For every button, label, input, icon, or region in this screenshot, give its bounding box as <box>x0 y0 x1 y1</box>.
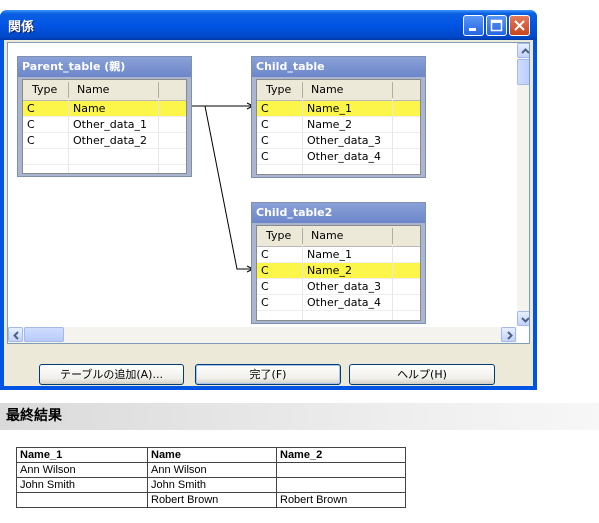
horizontal-scrollbar[interactable] <box>8 327 517 343</box>
column-name-header[interactable]: Name <box>311 229 343 242</box>
column-type-header[interactable]: Type <box>266 229 291 242</box>
table-row: Robert Brown Robert Brown <box>16 492 406 508</box>
row-type: C <box>27 118 35 131</box>
row-name: Other_data_3 <box>307 280 382 293</box>
vertical-scroll-thumb[interactable] <box>517 59 529 85</box>
maximize-button[interactable] <box>486 15 507 36</box>
relations-dialog: 関係 Parent_table (親) Type Name C Name C O… <box>0 10 537 390</box>
result-heading: 最終結果 <box>0 403 599 430</box>
dialog-client: Parent_table (親) Type Name C Name C Other_… <box>4 40 533 386</box>
row-name: Name_1 <box>307 102 352 115</box>
close-icon <box>514 20 525 31</box>
child-table2-grid: Type Name C Name_1 C Name_2 C Other_data_3 … <box>256 225 421 321</box>
parent-table-column-header: Type Name <box>23 80 186 101</box>
empty-row <box>23 149 186 165</box>
row-name: Other_data_1 <box>73 118 148 131</box>
result-cell <box>276 477 406 493</box>
parent-row-name[interactable]: C Name <box>23 101 186 117</box>
help-button[interactable]: ヘルプ(H) <box>349 364 495 385</box>
child2-row-name-1[interactable]: C Name_1 <box>257 247 420 263</box>
row-name: Other_data_4 <box>307 296 382 309</box>
result-table: Name_1 Name Name_2 Ann Wilson Ann Wilson… <box>16 447 406 508</box>
child2-row-name-2[interactable]: C Name_2 <box>257 263 420 279</box>
row-name: Other_data_4 <box>307 150 382 163</box>
child-table-grid: Type Name C Name_1 C Name_2 C Other_data_3 … <box>256 79 421 175</box>
row-name: Name_1 <box>307 248 352 261</box>
child2-row-other-data-4[interactable]: C Other_data_4 <box>257 295 420 311</box>
child-table-column-header: Type Name <box>257 80 420 101</box>
row-name: Other_data_3 <box>307 134 382 147</box>
result-cell: John Smith <box>147 477 277 493</box>
child-table-box[interactable]: Child_table Type Name C Name_1 C Name_2 C O… <box>251 56 426 178</box>
scroll-down-button[interactable] <box>517 311 529 326</box>
parent-row-other-data-2[interactable]: C Other_data_2 <box>23 133 186 149</box>
result-cell: Ann Wilson <box>16 462 148 478</box>
row-type: C <box>261 264 269 277</box>
child-table2-title[interactable]: Child_table2 <box>252 203 425 223</box>
arrow-down-icon <box>521 317 529 323</box>
row-type: C <box>261 102 269 115</box>
result-cell <box>16 492 148 508</box>
minimize-icon <box>469 28 476 31</box>
child-table2-box[interactable]: Child_table2 Type Name C Name_1 C Name_2 C… <box>251 202 426 324</box>
window-title: 関係 <box>8 20 35 35</box>
title-bar[interactable]: 関係 <box>0 10 537 40</box>
row-type: C <box>261 296 269 309</box>
row-type: C <box>261 248 269 261</box>
relation-line-child-table2 <box>192 105 253 270</box>
row-name: Name <box>73 102 106 115</box>
parent-table-box[interactable]: Parent_table (親) Type Name C Name C Other_… <box>17 56 192 177</box>
maximize-icon <box>490 19 503 32</box>
result-header-cell: Name_1 <box>16 447 148 463</box>
vertical-scrollbar[interactable] <box>517 43 529 326</box>
scroll-up-button[interactable] <box>517 43 529 58</box>
arrow-right-icon <box>507 331 513 340</box>
row-type: C <box>261 118 269 131</box>
row-type: C <box>27 134 35 147</box>
column-name-header[interactable]: Name <box>77 83 109 96</box>
child-row-name-2[interactable]: C Name_2 <box>257 117 420 133</box>
result-header-row: Name_1 Name Name_2 <box>16 447 406 463</box>
scroll-right-button[interactable] <box>501 327 516 342</box>
child-row-other-data-4[interactable]: C Other_data_4 <box>257 149 420 165</box>
child-table2-column-header: Type Name <box>257 226 420 247</box>
arrow-left-icon <box>13 331 19 340</box>
result-cell: Ann Wilson <box>147 462 277 478</box>
parent-table-title[interactable]: Parent_table (親) <box>18 57 191 77</box>
horizontal-scroll-thumb[interactable] <box>24 327 64 342</box>
relations-canvas[interactable]: Parent_table (親) Type Name C Name C Other_… <box>7 42 530 344</box>
arrow-up-icon <box>521 48 529 54</box>
child-row-other-data-3[interactable]: C Other_data_3 <box>257 133 420 149</box>
row-type: C <box>261 280 269 293</box>
result-cell: Robert Brown <box>147 492 277 508</box>
result-header-cell: Name <box>147 447 277 463</box>
minimize-button[interactable] <box>463 15 484 36</box>
table-row: John Smith John Smith <box>16 477 406 493</box>
scroll-left-button[interactable] <box>8 327 23 342</box>
column-type-header[interactable]: Type <box>266 83 291 96</box>
result-cell: John Smith <box>16 477 148 493</box>
row-type: C <box>27 102 35 115</box>
parent-row-other-data-1[interactable]: C Other_data_1 <box>23 117 186 133</box>
result-header-cell: Name_2 <box>276 447 406 463</box>
column-type-header[interactable]: Type <box>32 83 57 96</box>
row-type: C <box>261 134 269 147</box>
row-type: C <box>261 150 269 163</box>
child-table-title[interactable]: Child_table <box>252 57 425 77</box>
done-button[interactable]: 完了(F) <box>195 364 341 385</box>
child2-row-other-data-3[interactable]: C Other_data_3 <box>257 279 420 295</box>
row-name: Other_data_2 <box>73 134 148 147</box>
add-table-button[interactable]: テーブルの追加(A)... <box>39 364 184 385</box>
row-name: Name_2 <box>307 264 352 277</box>
parent-table-grid: Type Name C Name C Other_data_1 C Other_dat… <box>22 79 187 174</box>
result-cell <box>276 462 406 478</box>
child-row-name-1[interactable]: C Name_1 <box>257 101 420 117</box>
row-name: Name_2 <box>307 118 352 131</box>
close-button[interactable] <box>509 15 530 36</box>
table-row: Ann Wilson Ann Wilson <box>16 462 406 478</box>
result-cell: Robert Brown <box>276 492 406 508</box>
column-name-header[interactable]: Name <box>311 83 343 96</box>
